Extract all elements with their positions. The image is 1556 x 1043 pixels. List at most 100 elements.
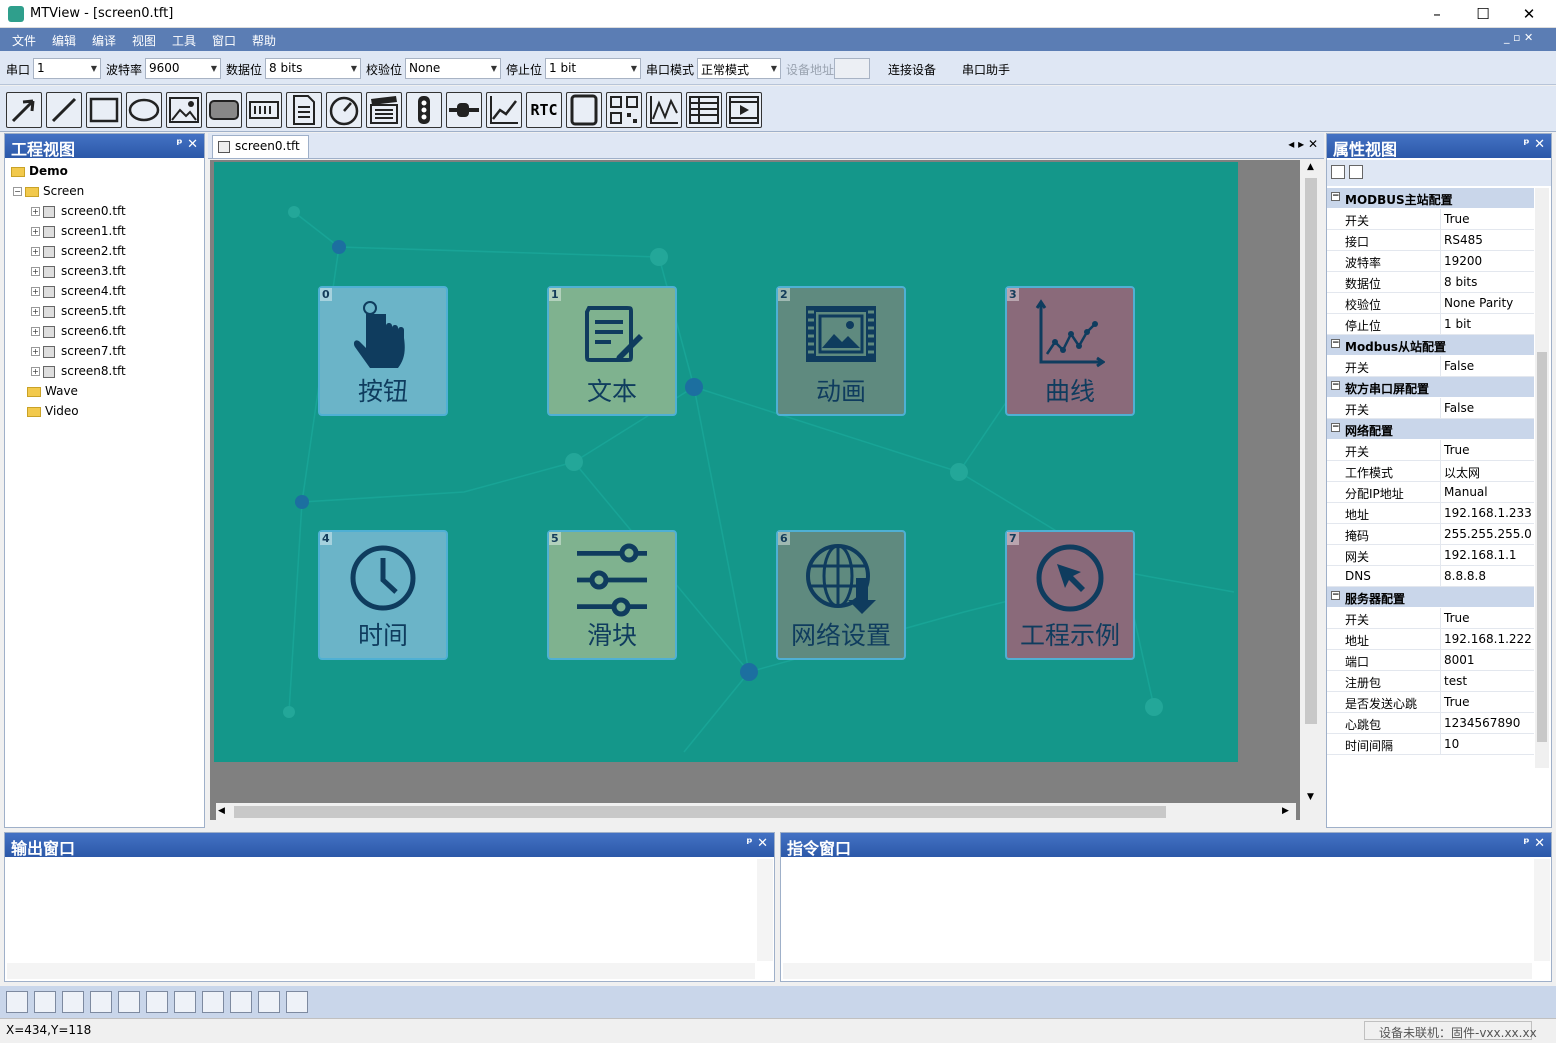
horizontal-scroll-thumb[interactable] <box>234 806 1166 818</box>
property-value[interactable]: 8 bits <box>1444 275 1477 289</box>
animation-tool-icon[interactable] <box>366 92 402 128</box>
vertical-scrollbar[interactable]: ▲ ▼ <box>1302 160 1320 805</box>
pin-close-controls[interactable]: ᵖ ✕ <box>1523 137 1545 152</box>
horizontal-scrollbar[interactable]: ◀ ▶ <box>216 803 1296 821</box>
menu-window[interactable]: 窗口 <box>212 32 236 49</box>
command-horizontal-scrollbar[interactable] <box>783 963 1532 979</box>
distribute-v-icon[interactable] <box>258 991 280 1013</box>
scroll-up-icon[interactable]: ▲ <box>1307 162 1314 172</box>
address-field[interactable] <box>834 58 870 79</box>
tile-button[interactable]: 0 按钮 <box>318 286 448 416</box>
tile-animation[interactable]: 2 动画 <box>776 286 906 416</box>
align-right-icon[interactable] <box>34 991 56 1013</box>
property-row[interactable]: 时间间隔 10 <box>1327 734 1534 755</box>
property-row[interactable]: 工作模式 以太网 <box>1327 461 1534 482</box>
property-value[interactable]: 以太网 <box>1444 464 1480 481</box>
property-group[interactable]: − 网络配置 <box>1327 419 1534 439</box>
property-value[interactable]: True <box>1444 695 1470 709</box>
command-vertical-scrollbar[interactable] <box>1534 859 1550 961</box>
property-row[interactable]: 网关 192.168.1.1 <box>1327 545 1534 566</box>
button-tool-icon[interactable] <box>206 92 242 128</box>
serial-assistant-button[interactable]: 串口助手 <box>962 61 1010 78</box>
property-value[interactable]: 8.8.8.8 <box>1444 569 1486 583</box>
wave-tool-icon[interactable] <box>646 92 682 128</box>
tree-file[interactable]: + screen5.tft <box>31 304 126 318</box>
property-group[interactable]: − Modbus从站配置 <box>1327 335 1534 355</box>
tree-file[interactable]: + screen0.tft <box>31 204 126 218</box>
rect-tool-icon[interactable] <box>86 92 122 128</box>
mdi-controls[interactable]: _ ▫ ✕ <box>1504 31 1533 44</box>
ellipse-tool-icon[interactable] <box>126 92 162 128</box>
tree-file[interactable]: + screen1.tft <box>31 224 126 238</box>
property-value[interactable]: None Parity <box>1444 296 1513 310</box>
scroll-down-icon[interactable]: ▼ <box>1307 792 1314 802</box>
baud-combo[interactable]: 9600 ▼ <box>145 58 221 79</box>
tree-file[interactable]: + screen2.tft <box>31 244 126 258</box>
align-bottom-icon[interactable] <box>90 991 112 1013</box>
property-value[interactable]: 1 bit <box>1444 317 1471 331</box>
pin-close-controls[interactable]: ᵖ ✕ <box>746 836 768 851</box>
collapse-icon[interactable]: − <box>1331 192 1340 201</box>
rtc-tool-icon[interactable]: RTC <box>526 92 562 128</box>
line-tool-icon[interactable] <box>46 92 82 128</box>
collapse-icon[interactable]: − <box>1331 381 1340 390</box>
tab-screen0[interactable]: screen0.tft <box>212 135 309 158</box>
scroll-left-icon[interactable]: ◀ <box>218 806 225 816</box>
table-tool-icon[interactable] <box>686 92 722 128</box>
tile-text[interactable]: 1 文本 <box>547 286 677 416</box>
gauge-tool-icon[interactable] <box>326 92 362 128</box>
image-tool-icon[interactable] <box>166 92 202 128</box>
slider-tool-icon[interactable] <box>446 92 482 128</box>
qrcode-tool-icon[interactable] <box>606 92 642 128</box>
center-screen-icon[interactable] <box>286 991 308 1013</box>
tree-file[interactable]: + screen3.tft <box>31 264 126 278</box>
property-value[interactable]: 192.168.1.233 <box>1444 506 1532 520</box>
property-value[interactable]: True <box>1444 443 1470 457</box>
databits-combo[interactable]: 8 bits ▼ <box>265 58 361 79</box>
property-row[interactable]: 是否发送心跳 True <box>1327 692 1534 713</box>
tree-screen-folder[interactable]: − Screen <box>13 184 84 198</box>
property-group[interactable]: − MODBUS主站配置 <box>1327 188 1534 208</box>
output-vertical-scrollbar[interactable] <box>757 859 773 961</box>
property-group[interactable]: − 软方串口屏配置 <box>1327 377 1534 397</box>
property-value[interactable]: 1234567890 <box>1444 716 1520 730</box>
align-hcenter-icon[interactable] <box>146 991 168 1013</box>
tree-file[interactable]: + screen6.tft <box>31 324 126 338</box>
menu-help[interactable]: 帮助 <box>252 32 276 49</box>
document-tool-icon[interactable] <box>286 92 322 128</box>
output-horizontal-scrollbar[interactable] <box>7 963 755 979</box>
tree-file[interactable]: + screen7.tft <box>31 344 126 358</box>
property-row[interactable]: 数据位 8 bits <box>1327 272 1534 293</box>
video-tool-icon[interactable] <box>726 92 762 128</box>
tile-slider[interactable]: 5 滑块 <box>547 530 677 660</box>
property-value[interactable]: 10 <box>1444 737 1459 751</box>
tile-time[interactable]: 4 时间 <box>318 530 448 660</box>
menu-view[interactable]: 视图 <box>132 32 156 49</box>
mode-combo[interactable]: 正常模式 ▼ <box>697 58 781 79</box>
parity-combo[interactable]: None ▼ <box>405 58 501 79</box>
property-scroll-thumb[interactable] <box>1537 352 1547 742</box>
same-height-icon[interactable] <box>202 991 224 1013</box>
collapse-icon[interactable]: − <box>1331 591 1340 600</box>
distribute-h-icon[interactable] <box>230 991 252 1013</box>
property-row[interactable]: 地址 192.168.1.222 <box>1327 629 1534 650</box>
tile-network[interactable]: 6 网络设置 <box>776 530 906 660</box>
property-row[interactable]: 开关 True <box>1327 440 1534 461</box>
curve-tool-icon[interactable] <box>486 92 522 128</box>
tree-file[interactable]: + screen8.tft <box>31 364 126 378</box>
property-row[interactable]: 注册包 test <box>1327 671 1534 692</box>
property-value[interactable]: 255.255.255.0 <box>1444 527 1532 541</box>
pin-close-controls[interactable]: ᵖ ✕ <box>176 137 198 152</box>
property-row[interactable]: 接口 RS485 <box>1327 230 1534 251</box>
vertical-scroll-thumb[interactable] <box>1305 178 1317 724</box>
pin-close-controls[interactable]: ᵖ ✕ <box>1523 836 1545 851</box>
frame-tool-icon[interactable] <box>566 92 602 128</box>
minimize-button[interactable]: – <box>1414 0 1460 28</box>
property-row[interactable]: DNS 8.8.8.8 <box>1327 566 1534 587</box>
property-row[interactable]: 校验位 None Parity <box>1327 293 1534 314</box>
property-row[interactable]: 开关 False <box>1327 356 1534 377</box>
menu-file[interactable]: 文件 <box>12 32 36 49</box>
tile-example[interactable]: 7 工程示例 <box>1005 530 1135 660</box>
categorized-icon[interactable] <box>1331 165 1345 179</box>
property-group[interactable]: − 服务器配置 <box>1327 587 1534 607</box>
